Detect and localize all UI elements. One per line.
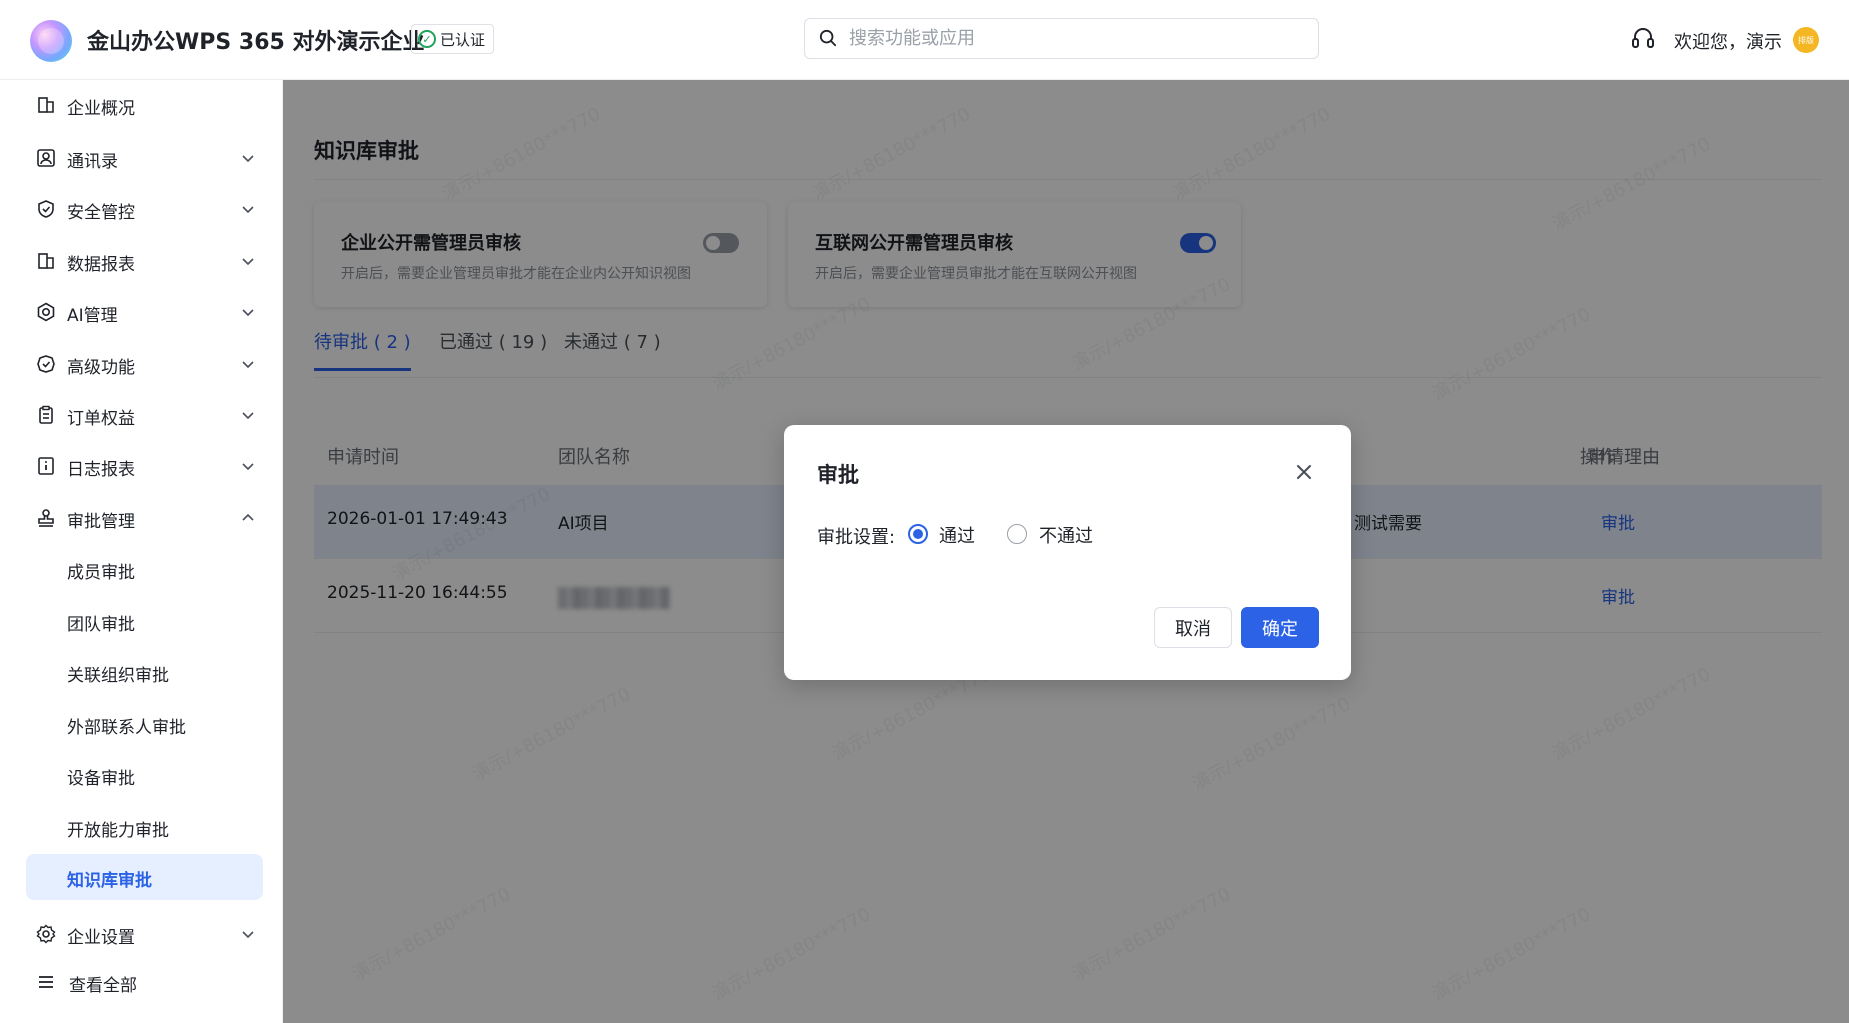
chevron-down-icon — [242, 206, 254, 214]
sidebar-item-security[interactable]: 安全管控 — [26, 186, 263, 232]
sidebar-item-label: 高级功能 — [67, 358, 135, 378]
stamp-icon — [38, 509, 54, 527]
approval-dialog: 审批 审批设置: 通过 不通过 取消 确定 — [784, 425, 1351, 680]
order-icon — [39, 405, 53, 424]
chevron-down-icon — [242, 309, 254, 317]
dialog-title: 审批 — [817, 463, 859, 487]
app-logo[interactable] — [30, 20, 72, 62]
chevron-down-icon — [242, 155, 254, 163]
approve-radio[interactable] — [908, 524, 928, 544]
sidebar-item-label: 日志报表 — [67, 460, 135, 480]
approve-radio-label[interactable]: 通过 — [939, 522, 975, 548]
sidebar-item-advanced[interactable]: 高级功能 — [26, 341, 263, 387]
sidebar-subitem-team-approval[interactable]: 团队审批 — [26, 598, 263, 644]
sidebar-subitem-external-contact-approval[interactable]: 外部联系人审批 — [26, 701, 263, 747]
sidebar-item-label: 查看全部 — [69, 976, 137, 996]
search-input[interactable] — [849, 19, 1309, 58]
sidebar-item-label: AI管理 — [67, 306, 118, 326]
sidebar-subitem-label: 外部联系人审批 — [67, 718, 186, 738]
chevron-down-icon — [242, 361, 254, 369]
sidebar-item-view-all[interactable]: 查看全部 — [26, 959, 263, 1005]
sidebar-item-label: 企业设置 — [67, 928, 135, 948]
org-name: 金山办公WPS 365 对外演示企业 — [87, 30, 425, 55]
sidebar-subitem-device-approval[interactable]: 设备审批 — [26, 752, 263, 798]
sidebar: 企业概况 通讯录 安全管控 数据报表 AI管理 高级功能 订单权益 日志报表 审… — [0, 80, 283, 1023]
sidebar-subitem-linked-org-approval[interactable]: 关联组织审批 — [26, 649, 263, 695]
top-header: 金山办公WPS 365 对外演示企业 ✓ 已认证 欢迎您，演示 排版 — [0, 0, 1849, 80]
sidebar-item-label: 数据报表 — [67, 255, 135, 275]
chevron-up-icon — [242, 513, 254, 521]
menu-icon — [39, 976, 53, 988]
chevron-down-icon — [242, 258, 254, 266]
confirm-button[interactable]: 确定 — [1241, 607, 1319, 648]
sidebar-item-label: 审批管理 — [67, 512, 135, 532]
sidebar-subitem-knowledge-base-approval[interactable]: 知识库审批 — [26, 854, 263, 900]
reject-radio-label[interactable]: 不通过 — [1039, 522, 1093, 548]
welcome-text[interactable]: 欢迎您，演示 — [1674, 28, 1782, 54]
sidebar-subitem-label: 开放能力审批 — [67, 821, 169, 841]
sidebar-item-label: 企业概况 — [67, 99, 135, 119]
building-icon — [38, 97, 54, 113]
sidebar-item-settings[interactable]: 企业设置 — [26, 911, 263, 957]
sidebar-subitem-label: 成员审批 — [67, 563, 135, 583]
verified-label: 已认证 — [440, 30, 486, 49]
report-icon — [38, 253, 54, 269]
sidebar-item-approval[interactable]: 审批管理 — [26, 495, 263, 541]
search-box[interactable] — [804, 18, 1319, 59]
chevron-down-icon — [242, 412, 254, 420]
sidebar-item-label: 安全管控 — [67, 203, 135, 223]
sidebar-item-ai[interactable]: AI管理 — [26, 289, 263, 335]
sidebar-subitem-member-approval[interactable]: 成员审批 — [26, 546, 263, 592]
reject-radio[interactable] — [1007, 524, 1027, 544]
avatar[interactable]: 排版 — [1793, 27, 1819, 53]
sidebar-subitem-label: 关联组织审批 — [67, 666, 169, 686]
sidebar-item-label: 订单权益 — [67, 409, 135, 429]
sidebar-item-logs[interactable]: 日志报表 — [26, 443, 263, 489]
gear-icon — [36, 924, 56, 944]
verified-badge: ✓ 已认证 — [411, 24, 495, 54]
sidebar-item-label: 通讯录 — [67, 152, 118, 172]
log-icon — [38, 457, 54, 475]
close-icon[interactable] — [1293, 461, 1315, 483]
approval-setting-label: 审批设置: — [817, 527, 896, 548]
chevron-down-icon — [242, 931, 254, 939]
ai-icon — [37, 302, 55, 322]
sidebar-item-data-report[interactable]: 数据报表 — [26, 238, 263, 284]
verified-icon: ✓ — [418, 30, 436, 48]
sidebar-item-orders[interactable]: 订单权益 — [26, 392, 263, 438]
cancel-button[interactable]: 取消 — [1154, 607, 1232, 648]
headset-icon[interactable] — [1631, 28, 1655, 50]
sidebar-subitem-label: 设备审批 — [67, 769, 135, 789]
chevron-down-icon — [242, 463, 254, 471]
search-icon — [819, 29, 837, 47]
sidebar-subitem-label: 团队审批 — [67, 615, 135, 635]
premium-icon — [37, 355, 55, 373]
sidebar-subitem-label: 知识库审批 — [67, 871, 152, 891]
contacts-icon — [37, 149, 55, 167]
shield-icon — [38, 200, 54, 218]
sidebar-item-contacts[interactable]: 通讯录 — [26, 135, 263, 181]
sidebar-subitem-open-capability-approval[interactable]: 开放能力审批 — [26, 804, 263, 850]
sidebar-item-overview[interactable]: 企业概况 — [26, 82, 263, 128]
